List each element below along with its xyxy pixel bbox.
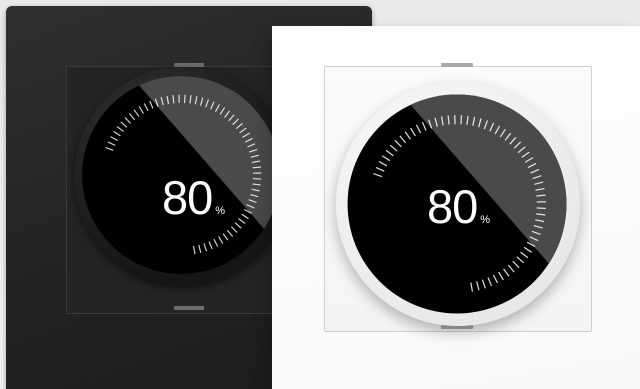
dark-frame-clip-bottom [174,306,204,310]
white-dial-value: 80 [427,180,478,233]
white-dial-unit: % [480,214,491,226]
dark-dial-value: 80 [162,171,213,224]
white-frame-clip-top [441,63,473,67]
dark-dial-unit: % [215,205,226,217]
dark-dial-readout: 80 % [162,174,225,221]
white-dial-readout: 80 % [427,183,490,230]
product-scene: 80 % 80 % [0,0,640,389]
